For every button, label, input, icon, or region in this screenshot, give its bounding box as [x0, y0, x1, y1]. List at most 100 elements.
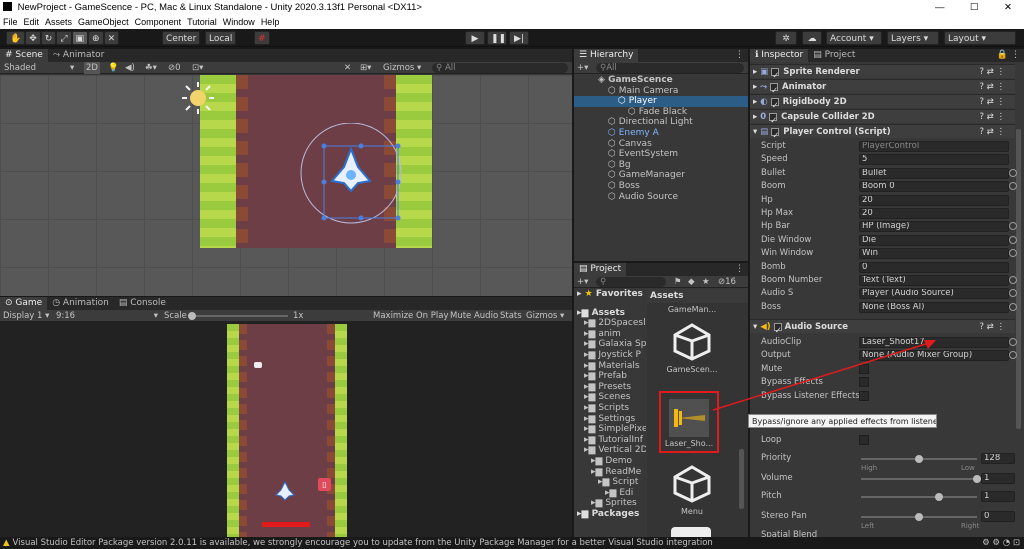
- hierarchy-item[interactable]: ⬡ GameManager: [574, 170, 748, 181]
- display-dropdown[interactable]: Display 1 ▾: [3, 310, 49, 322]
- menu-gameobject[interactable]: GameObject: [78, 17, 129, 27]
- project-tree-item[interactable]: ▸▆ Vertical 2D: [574, 445, 646, 456]
- hierarchy-item[interactable]: ⬡ Boss: [574, 181, 748, 192]
- layout-dropdown[interactable]: Layout ▾: [944, 31, 1016, 45]
- field-value[interactable]: 20: [859, 194, 1009, 206]
- hand-tool-icon[interactable]: ✋: [6, 31, 26, 45]
- inspector-lock-icon[interactable]: 🔒 ⋮: [997, 49, 1020, 62]
- project-tree-item[interactable]: ▸▆ Packages: [574, 509, 646, 520]
- tab-animation[interactable]: ◷ Animation: [47, 297, 114, 310]
- light-toggle-icon[interactable]: 💡: [108, 62, 119, 74]
- menu-component[interactable]: Component: [135, 17, 182, 27]
- shading-chevron-icon[interactable]: ▾: [70, 62, 74, 74]
- project-tree-item[interactable]: ▸▆ Scenes: [574, 392, 646, 403]
- slider-thumb[interactable]: [915, 513, 923, 521]
- component-enabled-checkbox[interactable]: ✓: [771, 67, 779, 81]
- hierarchy-item[interactable]: ⬡ Player: [574, 96, 748, 107]
- transform-tool-icon[interactable]: ⊕: [88, 31, 104, 45]
- component-enabled-checkbox[interactable]: ✓: [769, 112, 777, 126]
- scale-slider-thumb[interactable]: [188, 312, 196, 320]
- hidden-objects-icon[interactable]: ⊘0: [168, 62, 181, 74]
- hierarchy-item[interactable]: ◈ GameScence: [574, 75, 748, 86]
- grid-item-menu[interactable]: Menu: [647, 507, 737, 516]
- pivot-local-button[interactable]: Local: [205, 31, 237, 45]
- minimize-button[interactable]: —: [935, 0, 945, 15]
- component-header[interactable]: ▾ ▤ ✓ Player Control (Script)? ⇄ ⋮: [750, 124, 1015, 141]
- project-menu-icon[interactable]: ⋮: [735, 263, 744, 276]
- hierarchy-item[interactable]: ⬡ Canvas: [574, 139, 748, 150]
- project-tree-item[interactable]: ▸▆ Sprites: [574, 498, 646, 509]
- slider-track[interactable]: [861, 455, 977, 463]
- field-value[interactable]: Text (Text): [859, 275, 1009, 286]
- component-enabled-checkbox[interactable]: ✓: [770, 82, 778, 96]
- custom-tool-icon[interactable]: ✕: [103, 31, 120, 45]
- component-header[interactable]: ▸ ▣ ✓ Sprite Renderer? ⇄ ⋮: [750, 64, 1015, 81]
- component-header[interactable]: ▸ ◐ ✓ Rigidbody 2D? ⇄ ⋮: [750, 94, 1015, 111]
- component-menu-icon[interactable]: ? ⇄ ⋮: [979, 65, 1005, 79]
- field-value[interactable]: PlayerControl: [859, 141, 1009, 152]
- component-menu-icon[interactable]: ? ⇄ ⋮: [979, 125, 1005, 139]
- tools-icon[interactable]: ✕: [344, 62, 351, 74]
- project-tree-item[interactable]: ▸▆ Materials: [574, 361, 646, 372]
- project-tree-item[interactable]: ▸▆ Settings: [574, 414, 646, 425]
- audio-toggle-icon[interactable]: ◀): [125, 62, 135, 74]
- project-tree-item[interactable]: ▸▆ Demo: [574, 456, 646, 467]
- object-picker-icon[interactable]: [1009, 302, 1017, 311]
- slider-thumb[interactable]: [934, 493, 943, 501]
- hierarchy-item[interactable]: ⬡ Bg: [574, 160, 748, 171]
- stats-toggle[interactable]: Stats: [500, 310, 522, 322]
- grid-snap-icon[interactable]: #: [254, 31, 270, 45]
- tab-animator[interactable]: ⤳ Animator: [48, 49, 109, 62]
- grid-item-gamemanager[interactable]: GameMan...: [647, 305, 737, 314]
- menu-file[interactable]: File: [3, 17, 18, 27]
- project-tree-item[interactable]: ▸▆ Script: [574, 477, 646, 488]
- scale-slider[interactable]: [188, 312, 288, 320]
- cloud-icon[interactable]: ☁: [802, 31, 822, 45]
- slider-value[interactable]: 0: [981, 511, 1015, 522]
- maximize-on-play-toggle[interactable]: Maximize On Play: [373, 310, 448, 322]
- rect-tool-icon[interactable]: ▣: [71, 31, 89, 45]
- audio-source-help-icon[interactable]: ? ⇄ ⋮: [979, 320, 1005, 334]
- hierarchy-menu-icon[interactable]: ⋮: [735, 49, 744, 62]
- tab-project[interactable]: ▤ Project: [574, 263, 627, 276]
- field-value[interactable]: Player (Audio Source): [859, 288, 1009, 300]
- filter-label-icon[interactable]: ◆: [688, 276, 695, 288]
- hierarchy-item[interactable]: ⬡ Main Camera: [574, 86, 748, 97]
- object-picker-icon[interactable]: [1009, 235, 1017, 244]
- hierarchy-item[interactable]: ⬡ Fade Black: [574, 107, 748, 118]
- collab-icon[interactable]: ✲: [775, 31, 797, 45]
- rotate-tool-icon[interactable]: ↻: [40, 31, 57, 45]
- slider-value[interactable]: 1: [981, 473, 1015, 484]
- slider-value[interactable]: 128: [981, 453, 1015, 464]
- project-tree-item[interactable]: ▸▆ SimplePixe: [574, 424, 646, 435]
- mute-audio-toggle[interactable]: Mute Audio: [450, 310, 498, 322]
- close-button[interactable]: ✕: [1004, 0, 1012, 15]
- grid-icon[interactable]: ⊞▾: [360, 62, 371, 74]
- effects-icon[interactable]: ☘▾: [145, 62, 157, 74]
- 2d-toggle[interactable]: 2D: [84, 62, 100, 74]
- slider-track[interactable]: [861, 493, 977, 501]
- shading-dropdown[interactable]: Shaded: [4, 62, 36, 74]
- project-scrollbar[interactable]: [739, 449, 744, 509]
- pause-button[interactable]: ❚❚: [487, 31, 507, 45]
- component-enabled-checkbox[interactable]: ✓: [770, 97, 779, 111]
- favorites-header[interactable]: ▸ ★ Favorites: [574, 289, 646, 300]
- status-icons[interactable]: ⚙ ⚙ ◔ ⊡: [982, 537, 1020, 549]
- project-add-button[interactable]: +▾: [577, 276, 588, 288]
- tab-scene[interactable]: # Scene: [0, 49, 48, 62]
- maximize-button[interactable]: ☐: [970, 0, 979, 15]
- gizmos-dropdown[interactable]: Gizmos ▾: [383, 62, 421, 74]
- hierarchy-item[interactable]: ⬡ Enemy A: [574, 128, 748, 139]
- filter-type-icon[interactable]: ⚑: [674, 276, 682, 288]
- component-enabled-checkbox[interactable]: ✓: [771, 127, 779, 141]
- field-value[interactable]: HP (Image): [859, 221, 1009, 233]
- project-tree-item[interactable]: ▸▆ Galaxia Sp: [574, 339, 646, 350]
- camera-icon[interactable]: ⊡▾: [192, 62, 203, 74]
- field-value[interactable]: Boom 0: [859, 181, 1009, 193]
- component-header[interactable]: ▸ 0 ✓ Capsule Collider 2D? ⇄ ⋮: [750, 109, 1015, 126]
- field-value[interactable]: Bullet: [859, 167, 1009, 179]
- tab-hierarchy[interactable]: ☰ Hierarchy: [574, 49, 639, 62]
- step-button[interactable]: ▶|: [509, 31, 529, 45]
- project-tree-item[interactable]: ▸▆ Prefab: [574, 371, 646, 382]
- project-tree-item[interactable]: ▸▆ Scripts: [574, 403, 646, 414]
